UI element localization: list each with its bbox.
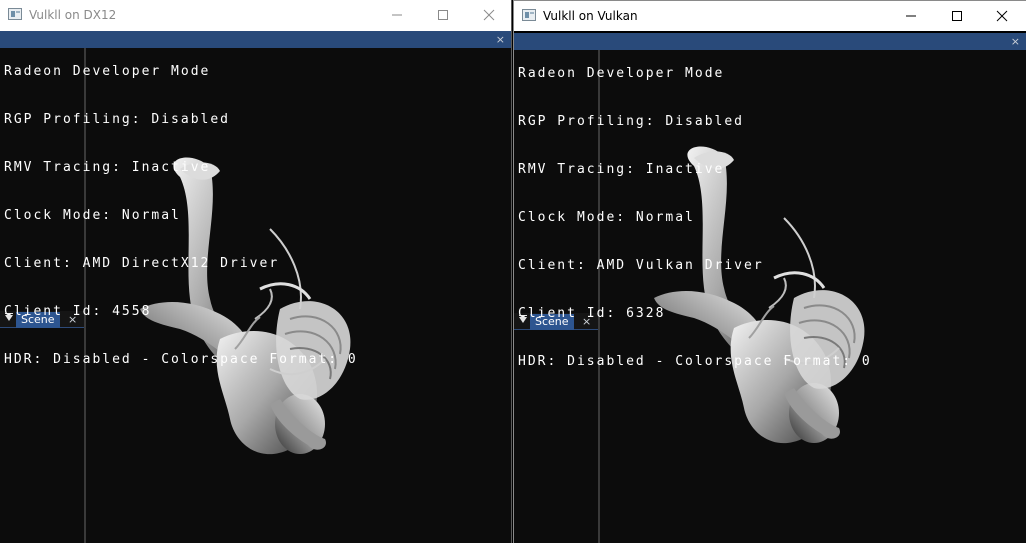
close-button[interactable] [466, 0, 511, 30]
rdp-overlay-text: Radeon Developer Mode RGP Profiling: Dis… [4, 32, 358, 400]
vulkan-window[interactable]: Vulkll on Vulkan × Scene × Radeon Develo… [513, 0, 1026, 543]
window-title: Vulkll on DX12 [29, 8, 117, 22]
overlay-header: Radeon Developer Mode [4, 64, 211, 79]
overlay-line: Clock Mode: Normal [518, 210, 695, 225]
maximize-icon [438, 10, 448, 20]
render-viewport[interactable]: × Scene × Radeon Developer Mode RGP Prof… [0, 31, 511, 543]
overlay-line: Client: AMD Vulkan Driver [518, 258, 764, 273]
maximize-button[interactable] [420, 0, 466, 30]
close-icon [483, 9, 495, 21]
rdp-overlay-text: Radeon Developer Mode RGP Profiling: Dis… [518, 34, 872, 402]
close-button[interactable] [979, 1, 1025, 31]
minimize-icon [906, 15, 916, 17]
overlay-line: RGP Profiling: Disabled [4, 112, 231, 127]
overlay-line: HDR: Disabled - Colorspace Format: 0 [518, 354, 872, 369]
dx12-window[interactable]: Vulkll on DX12 × Scene × Radeon Develope… [0, 0, 512, 543]
overlay-line: RMV Tracing: Inactive [518, 162, 725, 177]
title-bar[interactable]: Vulkll on DX12 [0, 0, 511, 31]
maximize-icon [952, 11, 962, 21]
minimize-button[interactable] [374, 0, 420, 30]
overlay-line: RMV Tracing: Inactive [4, 160, 211, 175]
overlay-line: Client Id: 6328 [518, 306, 666, 321]
minimize-button[interactable] [888, 1, 934, 31]
overlay-line: HDR: Disabled - Colorspace Format: 0 [4, 352, 358, 367]
overlay-line: Clock Mode: Normal [4, 208, 181, 223]
app-window-icon [8, 8, 22, 20]
app-window-icon [522, 9, 536, 21]
minimize-icon [392, 14, 402, 16]
close-icon [996, 10, 1008, 22]
maximize-button[interactable] [934, 1, 980, 31]
title-bar[interactable]: Vulkll on Vulkan [514, 0, 1026, 31]
overlay-line: RGP Profiling: Disabled [518, 114, 745, 129]
overlay-header: Radeon Developer Mode [518, 66, 725, 81]
window-title: Vulkll on Vulkan [543, 9, 638, 23]
render-viewport[interactable]: × Scene × Radeon Developer Mode RGP Prof… [514, 33, 1026, 543]
overlay-line: Client Id: 4558 [4, 304, 152, 319]
overlay-line: Client: AMD DirectX12 Driver [4, 256, 280, 271]
imgui-close-icon[interactable]: × [496, 33, 505, 46]
imgui-close-icon[interactable]: × [1011, 35, 1020, 48]
